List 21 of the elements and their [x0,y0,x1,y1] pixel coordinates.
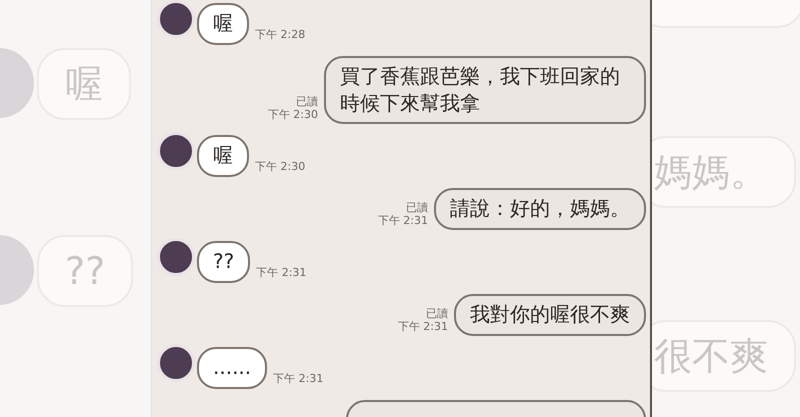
message-bubble: 請說：好的，媽媽。 [434,188,646,230]
message-bubble: 喔 [197,3,249,45]
read-receipt: 已讀 [426,307,448,320]
avatar [157,132,195,170]
timestamp: 下午 2:30 [255,158,306,174]
read-receipt: 已讀 [296,95,318,108]
avatar [157,344,195,382]
message-bubble: ?? [37,235,134,307]
timestamp: 下午 2:28 [255,26,306,42]
read-receipt: 已讀 [406,201,428,214]
timestamp: 下午 2:31 [398,320,448,333]
timestamp: 下午 2:31 [273,370,324,386]
timestamp: 下午 2:30 [268,108,318,121]
timestamp: 下午 2:31 [256,264,306,280]
avatar [157,238,195,276]
message-bubble: ...... [197,347,268,389]
message-bubble: 我對你的喔很不爽 [454,294,646,336]
timestamp: 下午 2:31 [378,214,428,227]
message-bubble: 喔 [197,135,249,177]
message-bubble: 買了香蕉跟芭樂，我下班回家的時候下來幫我拿 [324,56,646,124]
message-bubble: ?? [197,241,250,283]
